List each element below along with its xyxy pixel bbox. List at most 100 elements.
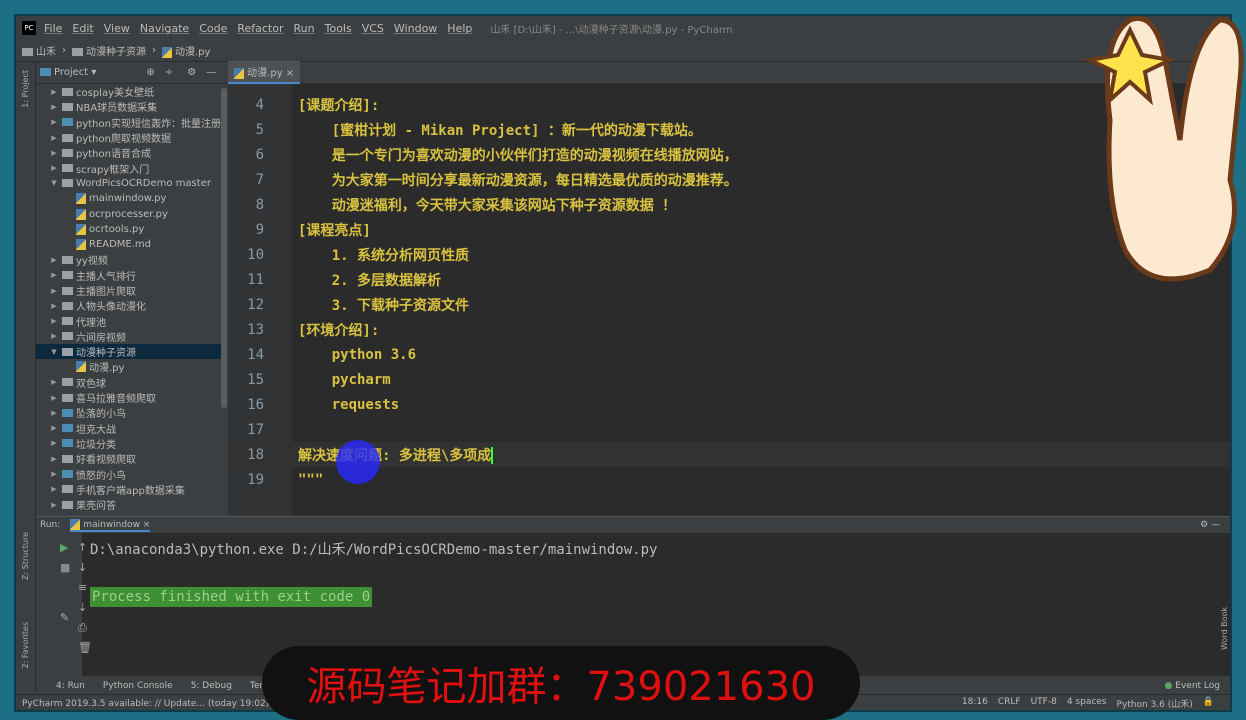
editor-tab[interactable]: 动漫.py × bbox=[228, 61, 301, 84]
expand-arrow-icon[interactable]: ▶ bbox=[46, 271, 62, 279]
expand-arrow-icon[interactable]: ▶ bbox=[46, 164, 62, 172]
tree-item[interactable]: ▶ 愤怒的小鸟 bbox=[36, 466, 226, 482]
expand-arrow-icon[interactable]: ▶ bbox=[46, 470, 62, 478]
expand-arrow-icon[interactable]: ▶ bbox=[46, 424, 62, 432]
expand-arrow-icon[interactable]: ▶ bbox=[46, 485, 62, 493]
print-icon[interactable]: ⎙ bbox=[78, 621, 87, 635]
tree-item[interactable]: ▶ 喜马拉雅音频爬取 bbox=[36, 390, 226, 405]
run-tab[interactable]: mainwindow × bbox=[70, 518, 151, 532]
project-side-tab[interactable]: 1: Project bbox=[21, 70, 30, 108]
run-settings-icon[interactable]: ⚙ — bbox=[1200, 520, 1220, 530]
tree-item[interactable]: ▶ scrapy框架入门 bbox=[36, 160, 226, 176]
tree-item[interactable]: ocrprocesser.py bbox=[36, 206, 226, 221]
breadcrumb-item[interactable]: 动漫种子资源 bbox=[72, 43, 146, 58]
expand-arrow-icon[interactable]: ▶ bbox=[46, 317, 62, 325]
expand-arrow-icon[interactable]: ▶ bbox=[46, 149, 62, 157]
tree-item[interactable]: ▶ NBA球员数据采集 bbox=[36, 99, 226, 114]
tree-scrollbar[interactable] bbox=[221, 88, 227, 408]
expand-arrow-icon[interactable]: ▼ bbox=[46, 348, 62, 356]
up-icon[interactable]: ↑ bbox=[78, 541, 87, 554]
tree-item[interactable]: ▶ 垃圾分类 bbox=[36, 436, 226, 451]
interpreter[interactable]: Python 3.6 (山禾) bbox=[1117, 697, 1193, 710]
expand-arrow-icon[interactable]: ▶ bbox=[46, 394, 62, 402]
file-encoding[interactable]: UTF-8 bbox=[1031, 697, 1057, 710]
expand-arrow-icon[interactable]: ▶ bbox=[46, 287, 62, 295]
tree-item[interactable]: 动漫.py bbox=[36, 359, 226, 374]
structure-side-tab[interactable]: Z: Structure bbox=[21, 532, 30, 580]
tree-item[interactable]: ocrtools.py bbox=[36, 222, 226, 237]
trash-icon[interactable]: 🗑 bbox=[78, 641, 92, 654]
tree-item[interactable]: ▶ 主播人气排行 bbox=[36, 268, 226, 283]
tree-item[interactable]: ▶ 手机客户端app数据采集 bbox=[36, 482, 226, 497]
tree-item[interactable]: ▶ 好看视频爬取 bbox=[36, 451, 226, 466]
pin-icon[interactable]: ✎ bbox=[60, 611, 69, 624]
breadcrumb-item[interactable]: 山禾 bbox=[22, 43, 56, 58]
line-separator[interactable]: CRLF bbox=[998, 697, 1021, 710]
menu-tools[interactable]: Tools bbox=[325, 22, 352, 35]
menu-edit[interactable]: Edit bbox=[72, 22, 93, 35]
gear-icon[interactable]: ⚙ bbox=[187, 67, 196, 78]
menu-navigate[interactable]: Navigate bbox=[140, 22, 189, 35]
collapse-icon[interactable]: ÷ bbox=[165, 67, 173, 78]
expand-arrow-icon[interactable]: ▶ bbox=[46, 118, 62, 126]
menu-file[interactable]: File bbox=[44, 22, 62, 35]
menu-run[interactable]: Run bbox=[294, 22, 315, 35]
code-line[interactable]: 16 requests bbox=[228, 392, 1230, 417]
breadcrumb-item[interactable]: 动漫.py bbox=[162, 43, 210, 58]
tree-item[interactable]: ▶ 人物头像动漫化 bbox=[36, 298, 226, 313]
favorites-side-tab[interactable]: 2: Favorites bbox=[21, 622, 30, 668]
tree-item[interactable]: ▶ python语音合成 bbox=[36, 145, 226, 160]
menu-refactor[interactable]: Refactor bbox=[237, 22, 283, 35]
code-line[interactable]: 15 pycharm bbox=[228, 367, 1230, 392]
expand-arrow-icon[interactable]: ▶ bbox=[46, 103, 62, 111]
status-message[interactable]: PyCharm 2019.3.5 available: // Update...… bbox=[22, 699, 269, 709]
tree-item[interactable]: ▶ 双色球 bbox=[36, 375, 226, 390]
python-console-tab[interactable]: Python Console bbox=[103, 681, 173, 691]
expand-arrow-icon[interactable]: ▶ bbox=[46, 302, 62, 310]
code-line[interactable]: 19 """ bbox=[228, 467, 1230, 492]
scroll-end-icon[interactable]: ⇣ bbox=[78, 601, 87, 614]
expand-arrow-icon[interactable]: ▶ bbox=[46, 378, 62, 386]
expand-arrow-icon[interactable]: ▼ bbox=[46, 179, 62, 187]
code-line[interactable]: 13 [环境介绍]: bbox=[228, 317, 1230, 342]
tree-item[interactable]: ▼ 动漫种子资源 bbox=[36, 344, 226, 360]
locate-icon[interactable]: ⊕ bbox=[146, 67, 154, 78]
code-line[interactable]: 17 bbox=[228, 417, 1230, 442]
tree-item[interactable]: ▶ 主播图片爬取 bbox=[36, 283, 226, 298]
lock-icon[interactable]: 🔒 bbox=[1203, 697, 1214, 710]
cursor-position[interactable]: 18:16 bbox=[962, 697, 988, 710]
menu-window[interactable]: Window bbox=[394, 22, 437, 35]
tree-item[interactable]: ▶ 坠落的小鸟 bbox=[36, 405, 226, 420]
tree-item[interactable]: ▶ cosplay美女壁纸 bbox=[36, 84, 226, 99]
expand-arrow-icon[interactable]: ▶ bbox=[46, 455, 62, 463]
rerun-icon[interactable]: ▶ bbox=[60, 541, 68, 554]
wrap-icon[interactable]: ≡ bbox=[78, 581, 87, 594]
down-icon[interactable]: ↓ bbox=[78, 561, 87, 574]
debug-tab[interactable]: 5: Debug bbox=[191, 681, 232, 691]
expand-arrow-icon[interactable]: ▶ bbox=[46, 409, 62, 417]
expand-arrow-icon[interactable]: ▶ bbox=[46, 134, 62, 142]
word-book-side-tab[interactable]: Word Book bbox=[1220, 607, 1229, 650]
run-tool-tab[interactable]: 4: Run bbox=[56, 681, 85, 691]
code-line[interactable]: 14 python 3.6 bbox=[228, 342, 1230, 367]
tree-item[interactable]: README.md bbox=[36, 237, 226, 252]
code-line[interactable]: 12 3. 下载种子资源文件 bbox=[228, 292, 1230, 317]
tree-item[interactable]: ▶ 六间房视频 bbox=[36, 329, 226, 344]
menu-code[interactable]: Code bbox=[199, 22, 227, 35]
expand-arrow-icon[interactable]: ▶ bbox=[46, 439, 62, 447]
tree-item[interactable]: ▶ 果壳问答 bbox=[36, 497, 226, 512]
tree-item[interactable]: ▶ python爬取视频数据 bbox=[36, 130, 226, 145]
menu-help[interactable]: Help bbox=[447, 22, 472, 35]
stop-icon[interactable]: ■ bbox=[60, 561, 70, 574]
expand-arrow-icon[interactable]: ▶ bbox=[46, 332, 62, 340]
tree-item[interactable]: ▶ 代理池 bbox=[36, 313, 226, 329]
indent-setting[interactable]: 4 spaces bbox=[1067, 697, 1107, 710]
tree-item[interactable]: ▶ python实现短信轰炸：批量注册 bbox=[36, 115, 226, 130]
event-log-tab[interactable]: ● Event Log bbox=[1165, 681, 1220, 691]
project-view-selector[interactable]: Project ▾ bbox=[40, 67, 96, 78]
menu-view[interactable]: View bbox=[104, 22, 130, 35]
tree-item[interactable]: ▶ yy视频 bbox=[36, 252, 226, 267]
expand-arrow-icon[interactable]: ▶ bbox=[46, 501, 62, 509]
tree-item[interactable]: mainwindow.py bbox=[36, 191, 226, 206]
menu-vcs[interactable]: VCS bbox=[362, 22, 384, 35]
